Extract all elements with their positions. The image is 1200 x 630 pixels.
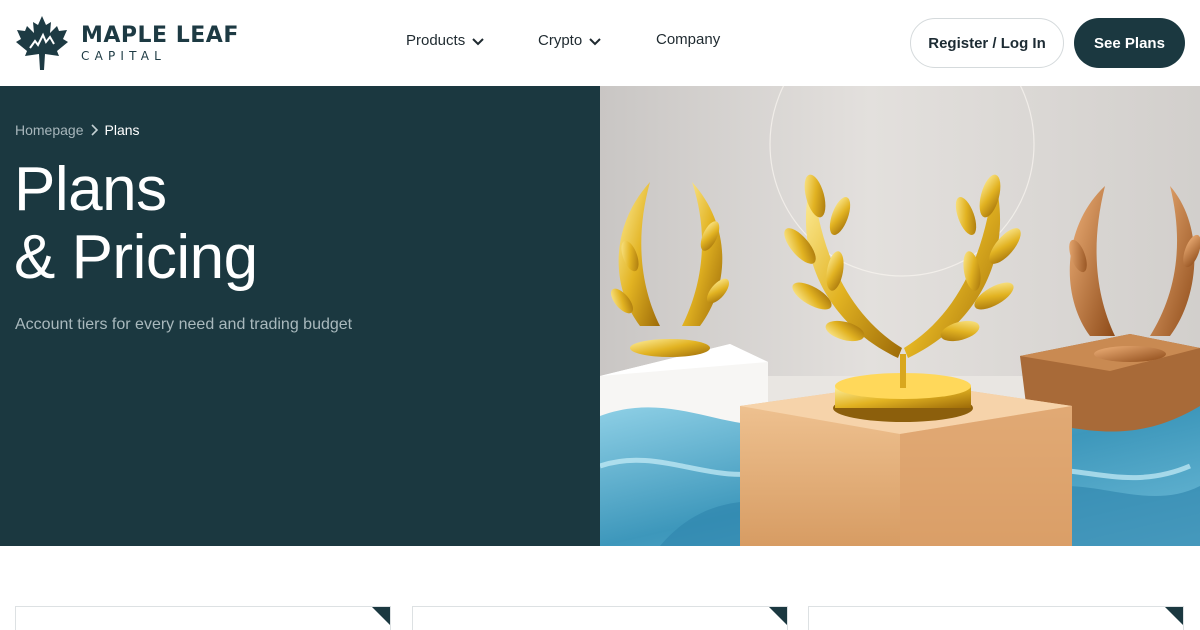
chevron-right-icon — [90, 124, 98, 136]
breadcrumb-current: Plans — [104, 122, 140, 138]
breadcrumb: Homepage Plans — [15, 122, 140, 138]
register-login-button[interactable]: Register / Log In — [910, 18, 1064, 68]
chevron-down-icon — [472, 38, 484, 46]
breadcrumb-home-link[interactable]: Homepage — [15, 122, 84, 138]
brand-tagline: CAPITAL — [81, 48, 167, 63]
plan-card[interactable] — [412, 606, 788, 630]
nav-item-company[interactable]: Company — [656, 31, 720, 48]
page-subtitle: Account tiers for every need and trading… — [15, 316, 353, 333]
plan-card[interactable] — [15, 606, 391, 630]
nav-item-crypto[interactable]: Crypto — [538, 31, 602, 49]
brand-wordmark: MAPLE LEAF CAPITAL — [81, 22, 239, 63]
card-corner-accent — [1165, 607, 1183, 625]
nav-item-products[interactable]: Products — [406, 31, 485, 49]
page-title-line-2: & Pricing — [14, 223, 258, 292]
nav-item-label: Crypto — [538, 31, 583, 49]
page-title: Plans & Pricing — [14, 156, 258, 292]
card-corner-accent — [769, 607, 787, 625]
maple-leaf-icon — [16, 16, 68, 70]
hero-image — [600, 86, 1200, 546]
card-corner-accent — [372, 607, 390, 625]
see-plans-button[interactable]: See Plans — [1074, 18, 1185, 68]
chevron-down-icon — [589, 38, 601, 46]
trophy-illustration — [600, 86, 1200, 546]
brand-logo[interactable]: MAPLE LEAF CAPITAL — [15, 15, 239, 71]
plan-card[interactable] — [808, 606, 1184, 630]
nav-item-label: Products — [406, 31, 466, 49]
page-title-line-1: Plans — [14, 155, 167, 224]
site-header: MAPLE LEAF CAPITAL Products Crypto Compa… — [0, 0, 1200, 86]
nav-item-label: Company — [656, 31, 721, 48]
brand-name: MAPLE LEAF — [81, 22, 239, 48]
